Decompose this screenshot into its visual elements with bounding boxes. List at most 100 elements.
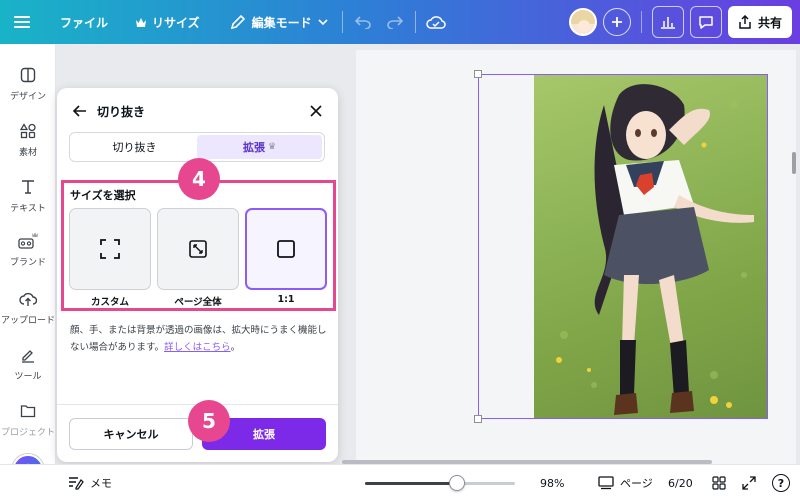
fullscreen-button[interactable] <box>742 465 756 500</box>
sidebar-item-design[interactable]: デザイン <box>0 64 56 102</box>
size-option-label: カスタム <box>90 297 129 308</box>
custom-frame-icon <box>100 239 120 259</box>
comments-button[interactable] <box>689 6 722 38</box>
edit-mode-label: 編集モード <box>251 15 312 30</box>
arrow-left-icon <box>72 105 86 117</box>
sidebar-item-label: ツール <box>14 372 42 382</box>
tab-expand[interactable]: 拡張 ♛ <box>197 135 322 159</box>
cloud-save-status[interactable] <box>420 6 452 38</box>
sidebar-item-label: テキスト <box>10 204 46 214</box>
plus-icon <box>611 17 622 27</box>
pages-button[interactable]: ページ <box>598 465 653 500</box>
add-collaborator-button[interactable] <box>602 8 631 36</box>
brand-icon <box>17 230 39 252</box>
pencil-icon <box>230 14 245 30</box>
crown-icon: ♛ <box>267 142 277 152</box>
text-icon <box>17 176 39 198</box>
cloud-check-icon <box>425 16 446 29</box>
redo-icon <box>386 16 403 29</box>
crown-icon <box>136 17 147 27</box>
chevron-down-icon <box>318 19 328 25</box>
grid-icon <box>712 476 726 490</box>
undo-icon <box>354 16 371 29</box>
menu-button[interactable] <box>0 6 44 38</box>
size-option-label: 1:1 <box>277 294 295 305</box>
tab-expand-label: 拡張 <box>242 141 265 154</box>
sidebar-item-elements[interactable]: 素材 <box>0 120 56 158</box>
sidebar-item-label: プロジェクト <box>0 428 55 438</box>
size-option-full-page[interactable] <box>157 208 239 290</box>
zoom-slider-fill <box>365 482 457 485</box>
toolbar-divider <box>341 11 343 33</box>
page-counter: 6/20 <box>668 465 693 500</box>
sidebar-item-tools[interactable]: ツール <box>0 344 56 382</box>
redo-button[interactable] <box>379 6 411 38</box>
pages-icon <box>598 476 614 490</box>
zoom-slider[interactable] <box>365 482 515 485</box>
pages-label: ページ <box>620 477 653 490</box>
resize-handle[interactable] <box>474 70 482 78</box>
sidebar-item-text[interactable]: テキスト <box>0 176 56 214</box>
expand-arrows-icon <box>189 240 207 258</box>
notes-button[interactable]: メモ <box>68 465 112 500</box>
cancel-label: キャンセル <box>103 428 159 441</box>
bar-chart-icon <box>660 17 675 29</box>
sidebar-item-projects[interactable]: プロジェクト <box>0 400 56 438</box>
sidebar-item-upload[interactable]: アップロード <box>0 288 56 326</box>
page-counter-value: 6/20 <box>668 476 693 490</box>
file-menu-label: ファイル <box>60 15 109 30</box>
zoom-percentage[interactable]: 98% <box>540 465 564 500</box>
resize-label: リサイズ <box>152 15 200 30</box>
user-avatar[interactable] <box>568 8 597 36</box>
resize-button[interactable]: リサイズ <box>126 6 210 38</box>
share-label: 共有 <box>757 15 782 30</box>
hamburger-icon <box>14 16 30 28</box>
layout-icon <box>17 64 39 86</box>
insights-button[interactable] <box>651 6 684 38</box>
back-button[interactable] <box>71 102 89 120</box>
step-badge-4: 4 <box>178 158 220 200</box>
learn-more-link[interactable]: 詳しくはこちら <box>164 342 231 353</box>
resize-handle[interactable] <box>474 415 482 423</box>
edit-mode-button[interactable]: 編集モード <box>220 6 338 38</box>
panel-title: 切り抜き <box>97 105 146 119</box>
folder-icon <box>17 400 39 422</box>
sidebar-item-label: デザイン <box>9 92 46 102</box>
notes-label: メモ <box>90 477 112 490</box>
sidebar-item-label: 素材 <box>18 148 37 158</box>
size-option-square[interactable] <box>245 208 327 290</box>
comment-icon <box>699 15 713 29</box>
zoom-slider-thumb[interactable] <box>448 475 465 491</box>
zoom-value: 98% <box>540 476 565 490</box>
share-button[interactable]: 共有 <box>727 6 792 38</box>
expand-label: 拡張 <box>253 428 275 441</box>
sidebar-item-brand[interactable]: ブランド <box>0 230 56 268</box>
close-button[interactable] <box>307 102 325 120</box>
left-sidebar: デザイン 素材 テキスト ブランド アップロード ツール プロジェクト <box>0 44 56 486</box>
pen-icon <box>17 344 39 366</box>
canvas-image[interactable] <box>534 75 767 418</box>
sidebar-item-label: アップロード <box>0 316 55 326</box>
description-suffix: 。 <box>230 342 241 353</box>
anime-girl-illustration <box>551 84 754 415</box>
expand-description: 顔、手、または背景が透過の画像は、拡大時にうまく機能しない場合があります。詳しく… <box>70 322 328 356</box>
size-option-custom[interactable] <box>69 208 151 290</box>
sidebar-item-label: ブランド <box>9 258 46 268</box>
undo-button[interactable] <box>347 6 379 38</box>
square-icon <box>277 240 295 258</box>
shapes-icon <box>17 120 39 142</box>
top-toolbar: ファイル リサイズ 編集モード 共有 <box>0 0 800 44</box>
tab-crop-label: 切り抜き <box>112 141 157 154</box>
help-glyph: ? <box>777 476 785 490</box>
tab-crop[interactable]: 切り抜き <box>72 135 197 159</box>
notes-icon <box>69 477 84 490</box>
grid-view-button[interactable] <box>712 465 726 500</box>
help-icon: ? <box>772 474 790 492</box>
bottom-bar: メモ 98% ページ 6/20 ? <box>0 464 800 500</box>
fullscreen-icon <box>742 476 756 490</box>
cancel-button[interactable]: キャンセル <box>69 418 193 450</box>
help-button[interactable]: ? <box>772 465 790 500</box>
upload-icon <box>17 288 39 310</box>
vertical-scrollbar[interactable] <box>792 152 796 174</box>
file-menu-button[interactable]: ファイル <box>50 6 118 38</box>
